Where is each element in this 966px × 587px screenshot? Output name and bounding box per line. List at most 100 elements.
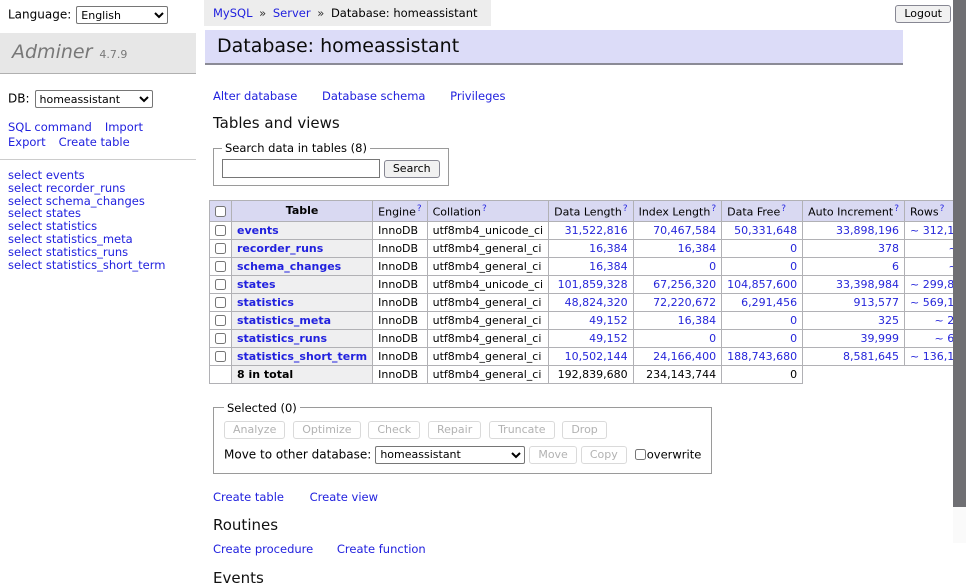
import-link[interactable]: Import (105, 120, 143, 134)
column-help-link[interactable]: ? (940, 204, 945, 214)
sql-command-link[interactable]: SQL command (8, 120, 92, 134)
auto-increment-link[interactable]: 378 (878, 242, 899, 255)
data-free-link[interactable]: 0 (790, 242, 797, 255)
table-name-link[interactable]: statistics (237, 296, 294, 309)
table-name-link[interactable]: recorder_runs (237, 242, 323, 255)
index-length-link[interactable]: 70,467,584 (653, 224, 716, 237)
export-link[interactable]: Export (8, 135, 46, 149)
data-length-link[interactable]: 48,824,320 (565, 296, 628, 309)
scrollbar-thumb[interactable] (953, 0, 966, 507)
table-name-link[interactable]: states (237, 278, 276, 291)
index-length-link[interactable]: 16,384 (678, 242, 717, 255)
data-free-cell: 6,291,456 (722, 293, 803, 311)
breadcrumb-server-link[interactable]: Server (273, 6, 311, 20)
row-select-checkbox[interactable] (215, 351, 226, 362)
row-select-checkbox[interactable] (215, 297, 226, 308)
data-free-link[interactable]: 104,857,600 (727, 278, 797, 291)
column-header-data_free: Data Free? (722, 201, 803, 222)
column-help-link[interactable]: ? (417, 204, 422, 214)
repair-button[interactable]: Repair (428, 421, 481, 439)
analyze-button[interactable]: Analyze (224, 421, 285, 439)
column-help-link[interactable]: ? (711, 204, 716, 214)
select-statistics-meta-link[interactable]: select statistics_meta (8, 233, 196, 246)
create-function-link[interactable]: Create function (337, 542, 426, 556)
privileges-link[interactable]: Privileges (450, 89, 505, 103)
row-select-checkbox[interactable] (215, 315, 226, 326)
index-length-link[interactable]: 0 (709, 260, 716, 273)
data-length-link[interactable]: 10,502,144 (565, 350, 628, 363)
database-schema-link[interactable]: Database schema (322, 89, 425, 103)
index-length-link[interactable]: 0 (709, 332, 716, 345)
auto-increment-link[interactable]: 913,577 (854, 296, 900, 309)
auto-increment-link[interactable]: 8,581,645 (843, 350, 899, 363)
select-statistics-short-term-link[interactable]: select statistics_short_term (8, 259, 196, 272)
select-statistics-runs-link[interactable]: select statistics_runs (8, 246, 196, 259)
auto-increment-link[interactable]: 33,898,196 (836, 224, 899, 237)
index-length-link[interactable]: 16,384 (678, 314, 717, 327)
auto-increment-link[interactable]: 6 (892, 260, 899, 273)
select-events-link[interactable]: select events (8, 169, 196, 182)
row-select-checkbox[interactable] (215, 261, 226, 272)
data-free-link[interactable]: 188,743,680 (727, 350, 797, 363)
adminer-home-link[interactable]: Adminer (12, 41, 92, 63)
table-name-link[interactable]: statistics_meta (237, 314, 331, 327)
data-free-link[interactable]: 0 (790, 260, 797, 273)
language-select[interactable]: English (76, 6, 168, 24)
move-label: Move to other database: (224, 447, 371, 461)
check-button[interactable]: Check (368, 421, 420, 439)
data-length-link[interactable]: 16,384 (589, 242, 628, 255)
column-label: Index Length (639, 206, 711, 219)
optimize-button[interactable]: Optimize (293, 421, 360, 439)
row-select-checkbox[interactable] (215, 333, 226, 344)
data-free-link[interactable]: 50,331,648 (734, 224, 797, 237)
data-free-link[interactable]: 6,291,456 (741, 296, 797, 309)
data-free-link[interactable]: 0 (790, 332, 797, 345)
select-recorder-runs-link[interactable]: select recorder_runs (8, 182, 196, 195)
column-help-link[interactable]: ? (623, 204, 628, 214)
table-name-link[interactable]: schema_changes (237, 260, 341, 273)
search-button[interactable]: Search (384, 160, 440, 178)
create-table-link[interactable]: Create table (213, 490, 284, 504)
table-name-link[interactable]: statistics_short_term (237, 350, 367, 363)
db-select[interactable]: homeassistant (35, 90, 153, 108)
data-length-link[interactable]: 101,859,328 (558, 278, 628, 291)
data-length-link[interactable]: 49,152 (589, 332, 628, 345)
breadcrumb-mysql-link[interactable]: MySQL (213, 6, 253, 20)
row-select-checkbox[interactable] (215, 279, 226, 290)
column-help-link[interactable]: ? (482, 204, 487, 214)
copy-button[interactable]: Copy (581, 446, 627, 464)
data-length-link[interactable]: 31,522,816 (565, 224, 628, 237)
alter-database-link[interactable]: Alter database (213, 89, 297, 103)
search-input[interactable] (222, 159, 380, 178)
data-length-link[interactable]: 49,152 (589, 314, 628, 327)
truncate-button[interactable]: Truncate (489, 421, 554, 439)
overwrite-checkbox[interactable] (635, 449, 646, 460)
create-view-link[interactable]: Create view (310, 490, 378, 504)
move-database-select[interactable]: homeassistant (375, 446, 525, 464)
logout-button[interactable]: Logout (895, 5, 951, 23)
index-length-link[interactable]: 67,256,320 (653, 278, 716, 291)
move-button[interactable]: Move (529, 446, 577, 464)
select-all-checkbox[interactable] (215, 206, 226, 217)
tables-overview-table: TableEngine?Collation?Data Length?Index … (209, 200, 966, 384)
create-table-sidebar-link[interactable]: Create table (59, 135, 130, 149)
index-length-link[interactable]: 24,166,400 (653, 350, 716, 363)
engine-value: InnoDB (373, 311, 427, 329)
data-free-link[interactable]: 0 (790, 314, 797, 327)
row-select-checkbox[interactable] (215, 243, 226, 254)
drop-button[interactable]: Drop (562, 421, 606, 439)
auto-increment-link[interactable]: 325 (878, 314, 899, 327)
column-help-link[interactable]: ? (894, 204, 899, 214)
auto-increment-cell: 39,999 (803, 329, 905, 347)
vertical-scrollbar[interactable] (953, 0, 966, 543)
table-name-link[interactable]: events (237, 224, 279, 237)
index-length-link[interactable]: 72,220,672 (653, 296, 716, 309)
row-select-checkbox[interactable] (215, 225, 226, 236)
create-procedure-link[interactable]: Create procedure (213, 542, 313, 556)
column-help-link[interactable]: ? (781, 204, 786, 214)
auto-increment-link[interactable]: 33,398,984 (836, 278, 899, 291)
auto-increment-link[interactable]: 39,999 (861, 332, 900, 345)
table-name-link[interactable]: statistics_runs (237, 332, 327, 345)
column-header-index_length: Index Length? (633, 201, 722, 222)
data-length-link[interactable]: 16,384 (589, 260, 628, 273)
